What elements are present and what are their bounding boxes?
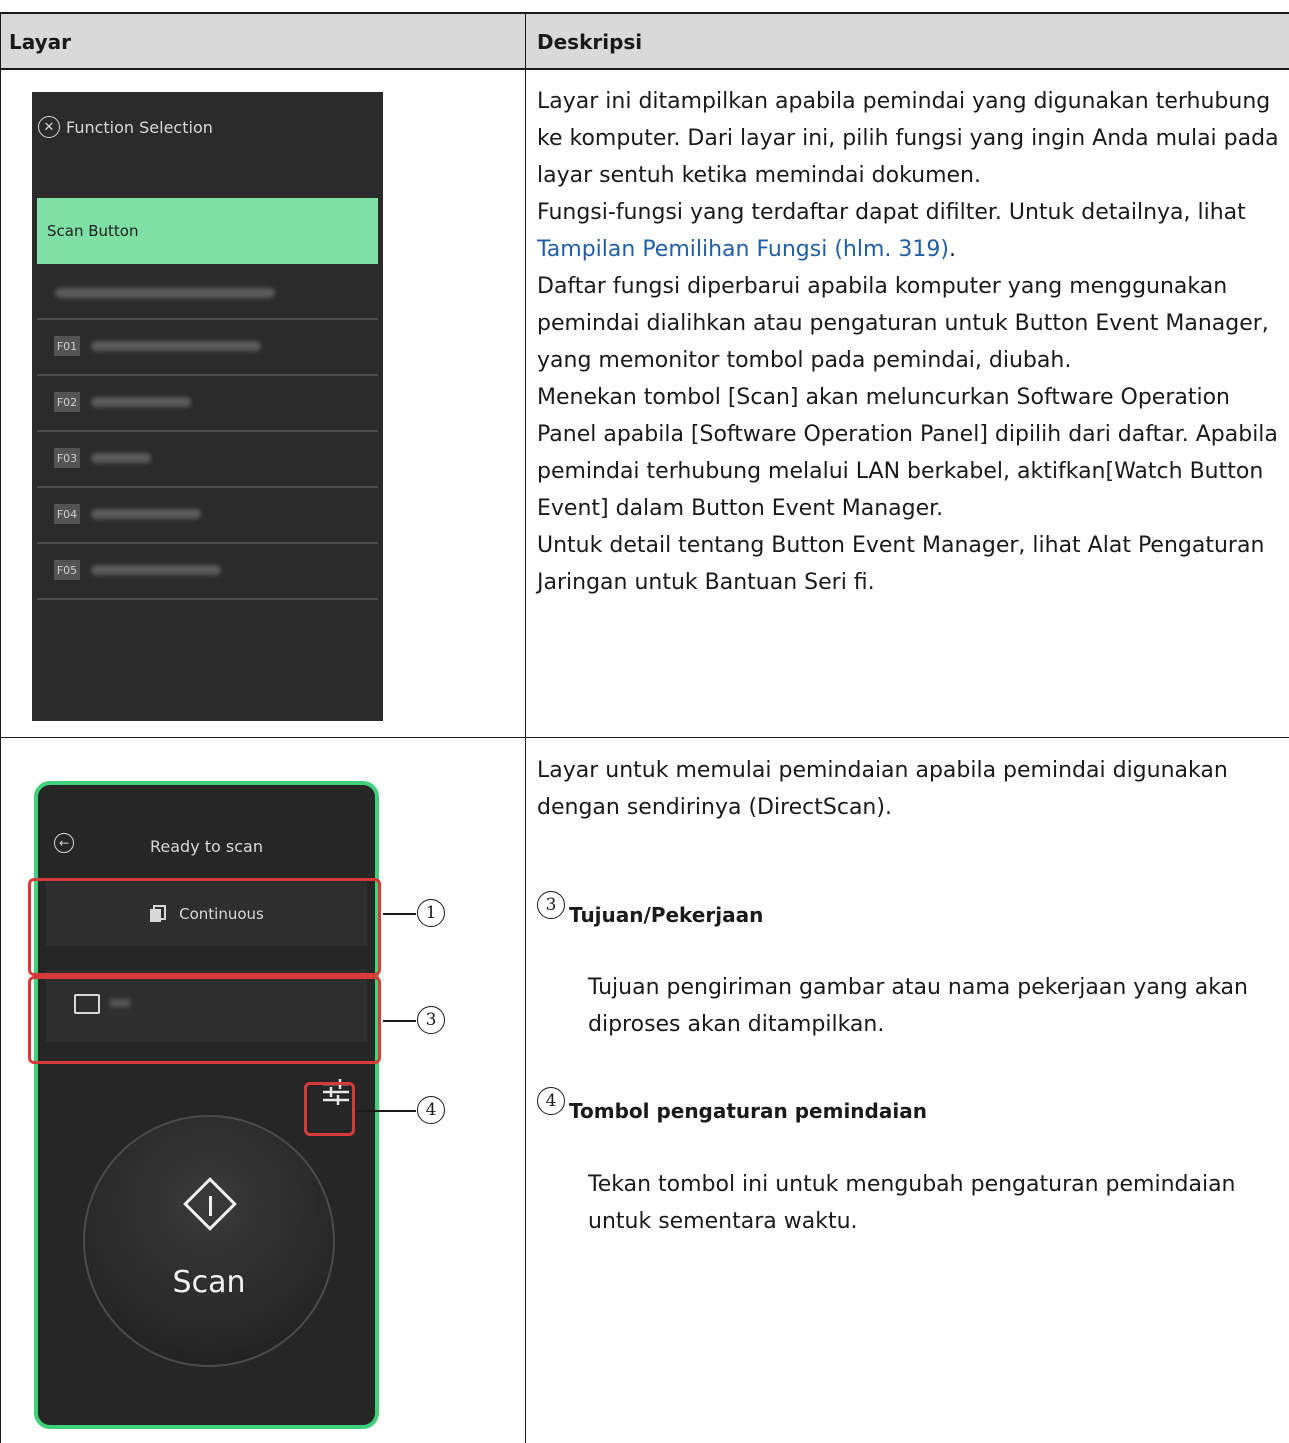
leader-line xyxy=(383,913,416,915)
column-divider xyxy=(525,12,526,1443)
callout-3: 3 xyxy=(417,1006,445,1034)
desc-intro: Layar untuk memulai pemindaian apabila p… xyxy=(537,758,1228,820)
row2-description: Layar untuk memulai pemindaian apabila p… xyxy=(537,752,1282,826)
list-item xyxy=(37,264,378,320)
blurred-label xyxy=(55,288,275,298)
scan-label: Scan xyxy=(172,1265,246,1300)
blurred-label xyxy=(91,565,221,575)
description-table: Layar Deskripsi ✕ Function Selection Sca… xyxy=(0,0,1289,1443)
blurred-label xyxy=(91,341,261,351)
blurred-label xyxy=(91,509,201,519)
desc-paragraph-with-link: Fungsi-fungsi yang terdaftar dapat difil… xyxy=(537,194,1282,268)
item-title-4: Tombol pengaturan pemindaian xyxy=(569,1099,927,1123)
desc-text: . xyxy=(948,237,956,262)
blurred-label xyxy=(91,453,151,463)
desc-paragraph: Layar ini ditampilkan apabila pemindai y… xyxy=(537,89,1279,188)
item-title-3: Tujuan/Pekerjaan xyxy=(569,903,764,927)
blurred-label xyxy=(91,397,191,407)
scan-diamond-bar xyxy=(209,1196,212,1216)
row-divider xyxy=(0,737,1289,738)
item-number-3: 3 xyxy=(537,891,565,919)
highlight-box-1 xyxy=(28,878,381,976)
highlight-box-3 xyxy=(28,976,381,1064)
header-screen: Layar xyxy=(9,30,72,54)
item-number-4: 4 xyxy=(537,1087,565,1115)
scan-button: Scan xyxy=(83,1115,335,1367)
function-code: F03 xyxy=(54,448,80,468)
table-top-border xyxy=(0,12,1289,14)
callout-4: 4 xyxy=(417,1096,445,1124)
function-selection-title: ✕ Function Selection xyxy=(38,116,213,138)
selected-function-item: Scan Button xyxy=(37,198,378,264)
list-item: F04 xyxy=(37,488,378,544)
item-heading-4: 4 Tombol pengaturan pemindaian xyxy=(537,1087,927,1123)
desc-text: Fungsi-fungsi yang terdaftar dapat difil… xyxy=(537,200,1246,225)
list-item: F05 xyxy=(37,544,378,600)
ready-to-scan-title: Ready to scan xyxy=(150,837,263,856)
header-description: Deskripsi xyxy=(537,30,643,54)
table-left-border xyxy=(0,12,1,1443)
leader-line xyxy=(383,1020,416,1022)
item-heading-3: 3 Tujuan/Pekerjaan xyxy=(537,891,763,927)
ready-to-scan-screenshot: ← Ready to scan Continuous Scan xyxy=(28,779,383,1432)
function-code: F04 xyxy=(54,504,80,524)
list-item: F03 xyxy=(37,432,378,488)
function-code: F01 xyxy=(54,336,80,356)
leader-line xyxy=(356,1110,416,1112)
reference-link[interactable]: Tampilan Pemilihan Fungsi (hlm. 319) xyxy=(537,237,949,262)
header-bottom-border xyxy=(0,68,1289,70)
function-code: F05 xyxy=(54,560,80,580)
table-header xyxy=(0,12,1289,69)
item-text-4: Tekan tombol ini untuk mengubah pengatur… xyxy=(588,1172,1236,1234)
close-circle-icon: ✕ xyxy=(38,116,60,138)
list-item: F02 xyxy=(37,376,378,432)
desc-paragraph: Daftar fungsi diperbarui apabila kompute… xyxy=(537,274,1269,373)
function-selection-screenshot: ✕ Function Selection Scan Button F01 F02… xyxy=(32,92,383,721)
function-selection-title-text: Function Selection xyxy=(66,117,213,137)
desc-paragraph: Menekan tombol [Scan] akan meluncurkan S… xyxy=(537,385,1278,521)
highlight-box-4 xyxy=(304,1082,355,1136)
function-code: F02 xyxy=(54,392,80,412)
desc-paragraph: Untuk detail tentang Button Event Manage… xyxy=(537,533,1265,595)
item-text-3: Tujuan pengiriman gambar atau nama peker… xyxy=(588,975,1248,1037)
row1-description: Layar ini ditampilkan apabila pemindai y… xyxy=(537,83,1282,601)
list-item: F01 xyxy=(37,320,378,376)
callout-1: 1 xyxy=(417,899,445,927)
